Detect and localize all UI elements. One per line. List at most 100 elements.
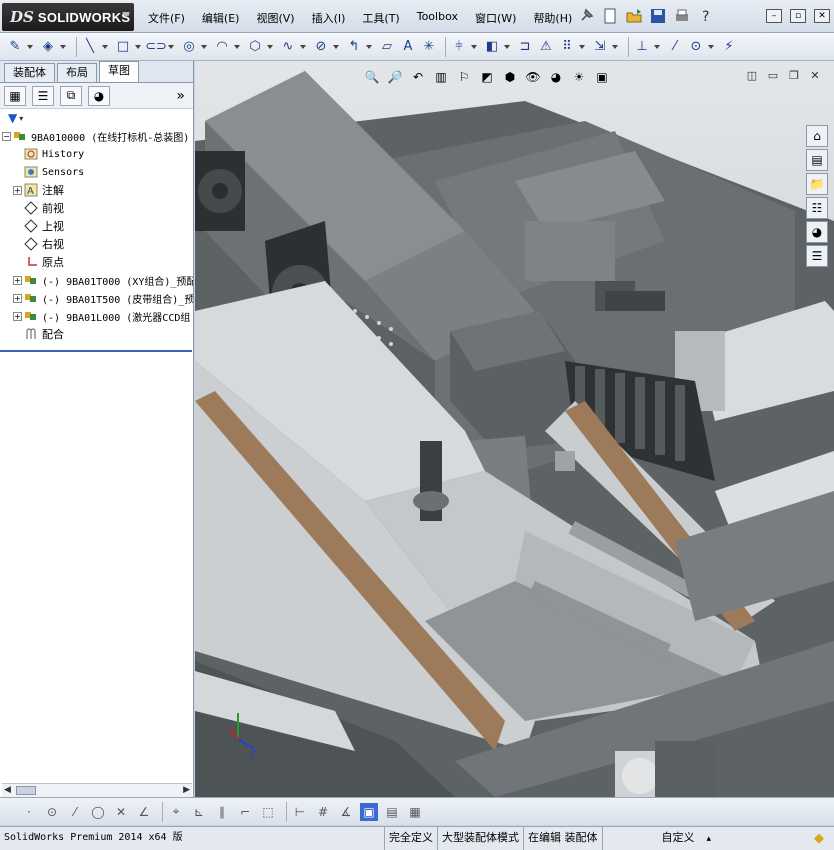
solidworks-logo[interactable]: DS SOLIDWORKS [2, 3, 134, 31]
tree-node-subassembly-laser[interactable]: + (-) 9BA01L000 (激光器CCD组 [2, 307, 193, 325]
save-icon[interactable] [648, 6, 668, 26]
tangent-icon[interactable]: ∠ [135, 803, 153, 821]
dropdown-arrow-icon[interactable] [60, 44, 66, 49]
dropdown-arrow-icon[interactable] [168, 44, 174, 49]
arc-icon[interactable]: ◠ [213, 38, 231, 56]
dropdown-arrow-icon[interactable] [300, 44, 306, 49]
design-library-icon[interactable]: ▤ [806, 149, 828, 171]
tab-assembly[interactable]: 装配体 [4, 63, 55, 82]
plane-icon[interactable]: ▱ [378, 38, 396, 56]
dropdown-arrow-icon[interactable] [27, 44, 33, 49]
hide-show-items-icon[interactable]: 👁 [524, 69, 542, 85]
grid-icon[interactable]: # [314, 803, 332, 821]
convert-entities-icon[interactable]: ◧ [483, 38, 501, 56]
tree-node-origin[interactable]: 原点 [2, 253, 193, 271]
restore-button[interactable]: ▫ [790, 9, 806, 23]
expand-icon[interactable]: + [13, 275, 22, 285]
configuration-manager-icon[interactable]: ⧉ [60, 85, 82, 106]
hidden-lines-icon[interactable]: ▤ [383, 803, 401, 821]
apply-scene-icon[interactable]: ☀ [570, 69, 588, 85]
dropdown-arrow-icon[interactable] [612, 44, 618, 49]
snap-icon[interactable]: ⌖ [167, 803, 185, 821]
expand-chevron-icon[interactable]: » [176, 88, 185, 104]
tree-node-top-plane[interactable]: 上视 [2, 217, 193, 235]
repair-sketch-icon[interactable]: ⁄ [666, 38, 684, 56]
mirror-entities-icon[interactable]: ⚠ [537, 38, 555, 56]
circle-icon[interactable]: ◯ [89, 803, 107, 821]
instant2d-icon[interactable]: ⚡ [720, 38, 738, 56]
menu-toolbox[interactable]: Toolbox [417, 10, 458, 26]
minimize-button[interactable]: – [766, 9, 782, 23]
unit-dropdown-icon[interactable]: ▴ [707, 834, 712, 844]
solidworks-resources-icon[interactable]: ⌂ [806, 125, 828, 147]
scroll-left-icon[interactable]: ◀ [4, 785, 11, 795]
print-icon[interactable] [672, 6, 692, 26]
appearances-icon[interactable]: ◕ [806, 221, 828, 243]
linear-pattern-icon[interactable]: ⠿ [558, 38, 576, 56]
display-style-icon[interactable]: ⬢ [501, 69, 519, 85]
viewport-tile-icon[interactable]: ◫ [745, 70, 759, 82]
polygon-icon[interactable]: ⬡ [246, 38, 264, 56]
dropdown-arrow-icon[interactable] [234, 44, 240, 49]
menu-help[interactable]: 帮助(H) [533, 10, 572, 26]
pin-icon[interactable] [576, 6, 596, 26]
center-line-icon[interactable]: ⊙ [43, 803, 61, 821]
previous-view-icon[interactable]: ↶ [409, 69, 427, 85]
tree-node-annotations[interactable]: + A 注解 [2, 181, 193, 199]
expand-icon[interactable]: + [13, 293, 22, 303]
menu-edit[interactable]: 编辑(E) [202, 10, 240, 26]
dropdown-arrow-icon[interactable] [579, 44, 585, 49]
filter-dropdown-icon[interactable]: ▾ [19, 114, 23, 123]
trim-icon[interactable]: ⫩ [450, 38, 468, 56]
line-icon[interactable]: ╲ [81, 38, 99, 56]
slot-icon[interactable]: ⊂⊃ [145, 38, 167, 56]
quick-tips-icon[interactable]: ◆ [814, 831, 824, 846]
collapse-icon[interactable]: − [2, 131, 11, 141]
viewport-minimize-icon[interactable]: ▭ [766, 70, 780, 82]
display-manager-icon[interactable]: ◕ [88, 85, 110, 106]
dimension-icon[interactable]: ⊢ [291, 803, 309, 821]
scroll-thumb[interactable] [16, 786, 36, 795]
spline-icon[interactable]: ∿ [279, 38, 297, 56]
dropdown-arrow-icon[interactable] [333, 44, 339, 49]
line-icon[interactable]: ⁄ [66, 803, 84, 821]
dropdown-arrow-icon[interactable] [504, 44, 510, 49]
expand-icon[interactable]: + [13, 185, 22, 195]
display-relations-icon[interactable]: ⊥ [633, 38, 651, 56]
dynamic-annotation-icon[interactable]: ⚐ [455, 69, 473, 85]
edit-appearance-icon[interactable]: ◕ [547, 69, 565, 85]
new-document-icon[interactable] [600, 6, 620, 26]
unit-system[interactable]: 自定义 [603, 827, 699, 850]
menu-tools[interactable]: 工具(T) [362, 10, 399, 26]
help-icon[interactable]: ? [696, 6, 716, 26]
viewport-close-icon[interactable]: ✕ [808, 70, 822, 82]
menu-view[interactable]: 视图(V) [256, 10, 294, 26]
file-explorer-icon[interactable]: 📁 [806, 173, 828, 195]
ellipse-icon[interactable]: ⊘ [312, 38, 330, 56]
angle-icon[interactable]: ∡ [337, 803, 355, 821]
tree-root-assembly[interactable]: − 9BA010000 (在线打标机-总装图) [2, 127, 193, 145]
tree-node-history[interactable]: History [2, 145, 193, 163]
dropdown-arrow-icon[interactable] [471, 44, 477, 49]
point-icon[interactable]: · [20, 803, 38, 821]
zoom-to-fit-icon[interactable]: 🔍 [363, 69, 381, 85]
graphics-area[interactable]: 🔍 🔎 ↶ ▥ ⚐ ◩ ⬢ 👁 ◕ ☀ ▣ ◫ ▭ ❐ ✕ ⌂ ▤ 📁 ☷ ◕ … [195, 61, 834, 797]
horizontal-scrollbar[interactable]: ◀ ▶ [2, 783, 192, 797]
perpendicular-icon[interactable]: ⊾ [190, 803, 208, 821]
dropdown-arrow-icon[interactable] [654, 44, 660, 49]
view-palette-icon[interactable]: ☷ [806, 197, 828, 219]
menu-window[interactable]: 窗口(W) [475, 10, 516, 26]
feature-tree-icon[interactable]: ▦ [4, 85, 26, 106]
wireframe-icon[interactable]: ▦ [406, 803, 424, 821]
tree-node-subassembly-belt[interactable]: + (-) 9BA01T500 (皮带组合)_预 [2, 289, 193, 307]
parallel-icon[interactable]: ∥ [213, 803, 231, 821]
tree-node-right-plane[interactable]: 右视 [2, 235, 193, 253]
tab-sketch[interactable]: 草图 [99, 61, 139, 82]
grid-snap-icon[interactable]: ⬚ [259, 803, 277, 821]
tree-node-mates[interactable]: 配合 [2, 325, 193, 343]
rectangle-icon[interactable]: □ [114, 38, 132, 56]
rapid-sketch-icon[interactable]: ⊙ [687, 38, 705, 56]
fillet-icon[interactable]: ↰ [345, 38, 363, 56]
property-manager-icon[interactable]: ☰ [32, 85, 54, 106]
expand-icon[interactable]: + [13, 311, 22, 321]
